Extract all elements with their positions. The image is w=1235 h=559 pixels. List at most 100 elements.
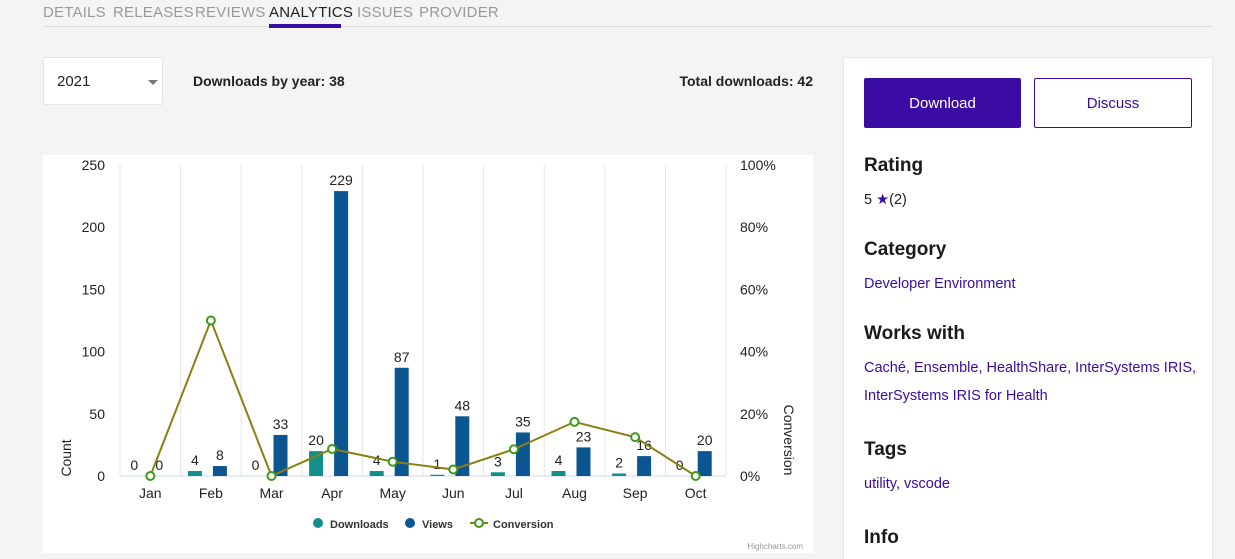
views-data-label: 33 [273, 416, 289, 432]
chart-credits: Highcharts.com [747, 542, 803, 551]
views-data-label: 8 [216, 447, 224, 463]
downloads-data-label: 4 [555, 452, 563, 468]
downloads-bar [369, 471, 384, 476]
downloads-bar [187, 471, 202, 476]
category-link[interactable]: Developer Environment [864, 270, 1204, 298]
tab-releases[interactable]: RELEASES [113, 4, 194, 21]
x-tick-label: Jan [139, 485, 162, 501]
conversion-point [508, 444, 519, 455]
conversion-point [266, 471, 277, 481]
info-title: Info [864, 527, 899, 548]
x-tick-label: Aug [562, 485, 587, 501]
views-data-label: 35 [515, 413, 531, 429]
conversion-point [327, 443, 338, 454]
y2-tick-label: 60% [740, 281, 768, 297]
legend-views-label: Views [422, 519, 453, 531]
works-with-link-line2[interactable]: InterSystems IRIS for Health [864, 382, 1204, 410]
x-tick-label: May [379, 485, 405, 501]
tab-analytics[interactable]: ANALYTICS [269, 4, 353, 21]
x-tick-label: Jun [442, 485, 465, 501]
legend-views-marker [405, 518, 415, 528]
category-title: Category [864, 239, 947, 260]
star-icon: ★ [876, 192, 890, 208]
tab-reviews[interactable]: REVIEWS [195, 4, 266, 21]
y-tick-label: 150 [82, 281, 106, 297]
tab-provider[interactable]: PROVIDER [419, 4, 499, 21]
views-bar [515, 432, 530, 476]
x-tick-label: Apr [321, 485, 343, 501]
download-button[interactable]: Download [864, 78, 1021, 128]
views-data-label: 229 [329, 172, 353, 188]
x-tick-label: Oct [685, 485, 707, 501]
conversion-point [569, 416, 580, 427]
views-data-label: 20 [697, 432, 713, 448]
views-bar [212, 466, 227, 476]
conversion-point [205, 315, 216, 326]
year-select[interactable]: 2021 [43, 57, 163, 105]
views-data-label: 23 [576, 428, 592, 444]
active-tab-indicator [269, 24, 341, 28]
legend-conversion-marker [474, 518, 484, 528]
x-tick-label: Sep [623, 485, 648, 501]
views-bar [334, 191, 349, 476]
legend-downloads-label: Downloads [330, 519, 389, 531]
tags-title: Tags [864, 439, 907, 460]
downloads-data-label: 4 [373, 452, 381, 468]
y2-tick-label: 80% [740, 219, 768, 235]
y-tick-label: 200 [82, 219, 106, 235]
legend-conversion-label: Conversion [493, 519, 554, 531]
views-data-label: 87 [394, 349, 410, 365]
tab-issues[interactable]: ISSUES [357, 4, 413, 21]
rating-value: 5 [864, 192, 873, 208]
x-tick-label: Jul [505, 485, 523, 501]
year-select-value: 2021 [57, 73, 91, 90]
works-with-title: Works with [864, 323, 965, 344]
conversion-point [448, 464, 459, 475]
downloads-by-year: Downloads by year: 38 [193, 73, 345, 89]
downloads-data-label: 20 [308, 432, 324, 448]
side-panel: Download Discuss Rating 5 ★(2) Category … [843, 57, 1213, 559]
rating-count: (2) [889, 192, 907, 208]
chart-svg: 0501001502002500%20%40%60%80%100%Count Co… [58, 157, 803, 551]
rating-value-row: 5 ★(2) [864, 192, 907, 208]
x-tick-label: Mar [259, 485, 283, 501]
rating-title: Rating [864, 155, 924, 176]
y2-tick-label: 20% [740, 406, 768, 422]
tab-details[interactable]: DETAILS [43, 4, 106, 21]
downloads-data-label: 2 [615, 455, 623, 471]
chevron-down-icon [148, 80, 158, 85]
works-with-link-line1[interactable]: Caché, Ensemble, HealthShare, InterSyste… [864, 354, 1204, 382]
views-bar [697, 451, 712, 476]
downloads-data-label: 0 [252, 457, 260, 473]
downloads-bar [490, 472, 505, 476]
conversion-point [630, 432, 641, 443]
y2-tick-label: 100% [740, 157, 776, 173]
downloads-bar [551, 471, 566, 476]
conversion-point [387, 456, 398, 467]
y-tick-label: 0 [97, 468, 105, 484]
downloads-bar [430, 474, 445, 476]
views-data-label: 48 [455, 397, 471, 413]
legend-downloads-marker [313, 518, 323, 528]
y-tick-label: 100 [82, 344, 106, 360]
conversion-point [145, 471, 156, 481]
y2-tick-label: 0% [740, 468, 760, 484]
views-bar [576, 447, 591, 476]
x-tick-label: Feb [199, 485, 223, 501]
downloads-data-label: 0 [130, 457, 138, 473]
downloads-data-label: 1 [433, 456, 441, 472]
discuss-button[interactable]: Discuss [1034, 78, 1192, 128]
tab-bar: DETAILS RELEASES REVIEWS ANALYTICS ISSUE… [43, 0, 1213, 27]
y2-tick-label: 40% [740, 344, 768, 360]
total-downloads: Total downloads: 42 [679, 73, 813, 89]
analytics-chart: 0 50 100 150 200 250 0% 20% 40% 60% 80% 100% Count Co… [43, 155, 813, 553]
downloads-data-label: 4 [191, 452, 199, 468]
y-tick-label: 250 [82, 157, 106, 173]
tags-link[interactable]: utility, vscode [864, 470, 1204, 498]
conversion-point [690, 471, 701, 481]
y-tick-label: 50 [89, 406, 105, 422]
views-bar [637, 456, 652, 476]
y-axis-title: Count [58, 439, 74, 476]
y2-axis-title: Conversion [781, 405, 797, 476]
downloads-bar [612, 473, 627, 476]
